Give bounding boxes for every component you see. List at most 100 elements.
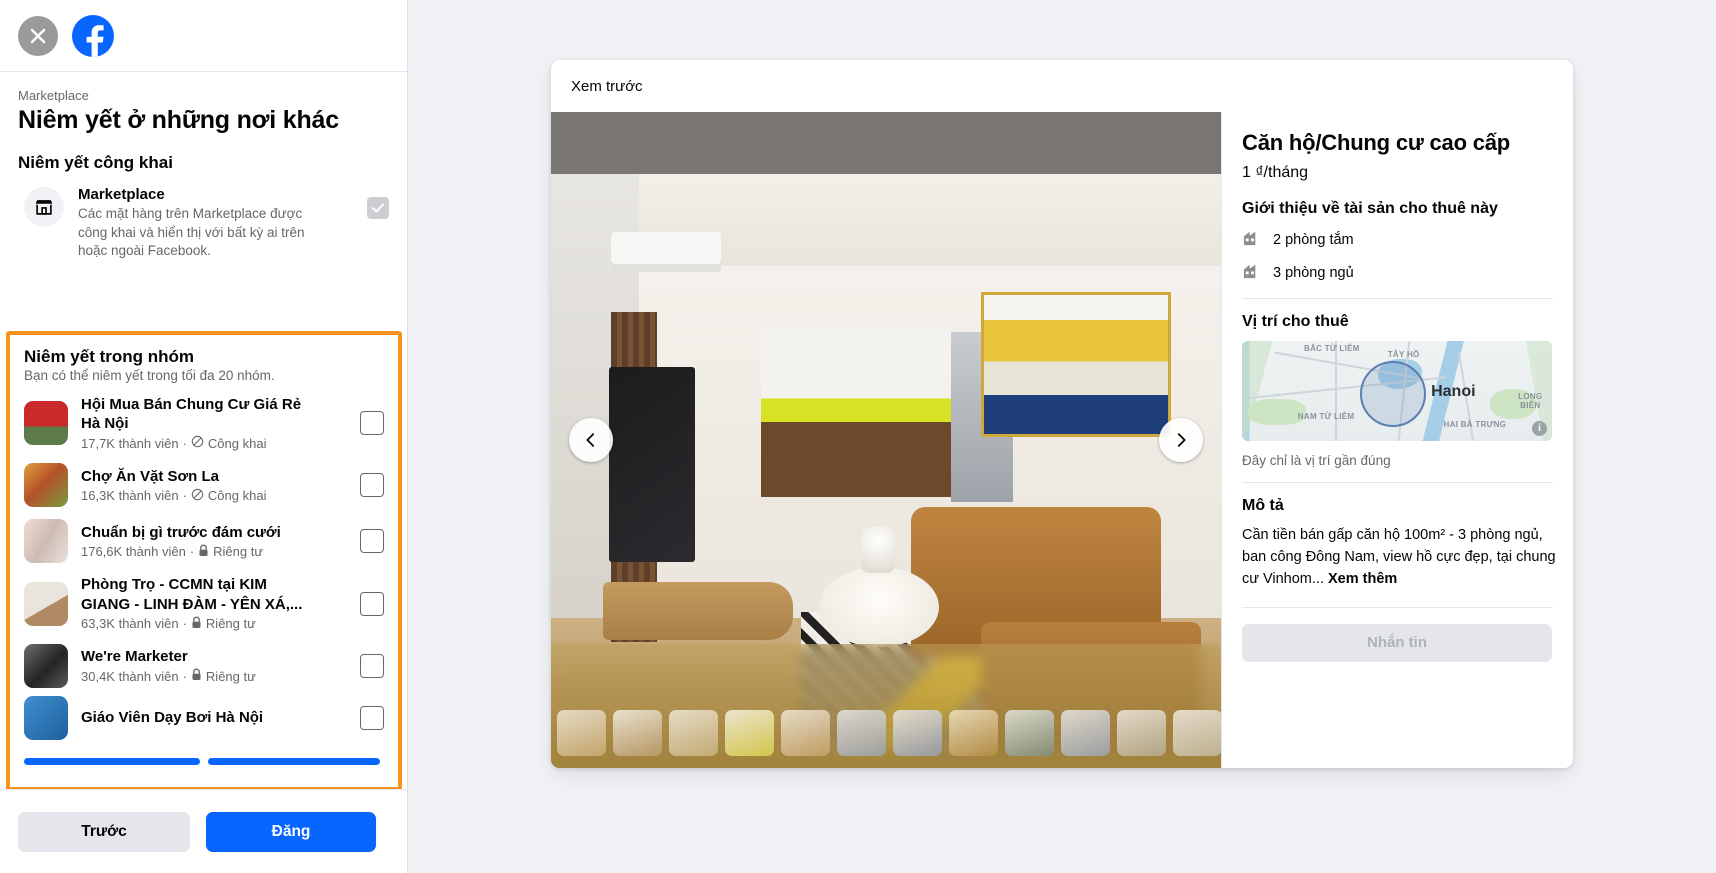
marketplace-checkbox[interactable] (367, 197, 389, 219)
thumbnail-item[interactable] (893, 710, 942, 756)
group-privacy: Công khai (207, 435, 267, 451)
thumbnail-item[interactable] (1173, 710, 1221, 756)
facebook-logo-icon[interactable] (72, 14, 114, 57)
thumbnail-item[interactable] (1005, 710, 1054, 756)
thumbnail-item[interactable] (781, 710, 830, 756)
map-label: HAI BÀ TRƯNG (1443, 420, 1507, 430)
divider (1242, 482, 1553, 484)
group-name: We're Marketer (81, 648, 188, 666)
map-label: TÂY HỒ (1387, 350, 1420, 360)
group-meta: 30,4K thành viên · Riêng tư (81, 668, 347, 684)
group-meta: 176,6K thành viên · Riêng tư (81, 544, 347, 560)
gallery-top-fade (551, 112, 1221, 174)
description-heading: Mô tả (1242, 497, 1284, 515)
thumbnail-item[interactable] (1061, 710, 1110, 756)
thumbnail-strip[interactable] (551, 708, 1221, 758)
feature-label: 3 phòng ngủ (1273, 264, 1354, 281)
sidebar-body: Marketplace Niêm yết ở những nơi khác Ni… (0, 72, 407, 789)
group-name: Chuẩn bị gì trước đám cưới (81, 523, 281, 541)
meta-separator: · (182, 616, 187, 632)
chevron-right-icon[interactable] (1159, 418, 1203, 462)
lock-icon (191, 616, 202, 632)
marketplace-option-row[interactable]: Marketplace Các mặt hàng trên Marketplac… (18, 183, 389, 261)
sidebar-header (0, 0, 407, 72)
group-avatar (24, 581, 68, 626)
progress-segment-2 (208, 758, 380, 765)
progress-indicator (24, 748, 380, 765)
see-more-link[interactable]: Xem thêm (1328, 571, 1397, 587)
group-checkbox[interactable] (360, 529, 384, 554)
list-item[interactable]: We're Marketer 30,4K thành viên · Riêng … (24, 638, 384, 694)
list-item[interactable]: Giáo Viên Dạy Bơi Hà Nội (24, 694, 384, 746)
preview-card: Xem trước Căn hộ/Chung cư cao cấp 1 ₫/th… (551, 60, 1573, 768)
feature-label: 2 phòng tắm (1273, 231, 1354, 248)
marketplace-option-description: Các mặt hàng trên Marketplace được công … (78, 206, 305, 259)
photo-gallery[interactable] (551, 112, 1221, 768)
group-checkbox[interactable] (360, 591, 384, 616)
meta-separator: · (182, 668, 187, 684)
group-avatar (24, 695, 68, 740)
list-item[interactable]: Chuẩn bị gì trước đám cưới 176,6K thành … (24, 513, 384, 569)
map-radius-circle (1359, 361, 1426, 428)
lock-icon (191, 668, 202, 684)
group-checkbox[interactable] (360, 653, 384, 678)
list-item[interactable]: Phòng Trọ - CCMN tại KIM GIANG - LINH ĐÀ… (24, 569, 384, 637)
group-meta: 16,3K thành viên · Công khai (81, 488, 347, 504)
thumbnail-item[interactable] (669, 710, 718, 756)
post-button[interactable]: Đăng (206, 811, 376, 852)
feature-bedrooms: 3 phòng ngủ (1242, 261, 1553, 284)
about-heading: Giới thiệu về tài sản cho thuê này (1242, 200, 1498, 218)
home-icon (1242, 261, 1261, 284)
group-avatar (24, 463, 68, 508)
thumbnail-item[interactable] (725, 710, 774, 756)
chevron-left-icon[interactable] (569, 418, 613, 462)
thumbnail-item[interactable] (557, 710, 606, 756)
preview-header-label: Xem trước (571, 77, 643, 95)
list-item[interactable]: Hội Mua Bán Chung Cư Giá Rẻ Hà Nội 17,7K… (24, 389, 384, 457)
map-label: BẮC TỪ LIÊM (1304, 344, 1360, 354)
description-body: Cần tiền bán gấp căn hộ 100m² - 3 phòng … (1242, 527, 1556, 587)
thumbnail-item[interactable] (1117, 710, 1166, 756)
group-list: Hội Mua Bán Chung Cư Giá Rẻ Hà Nội 17,7K… (24, 389, 384, 746)
listing-title: Căn hộ/Chung cư cao cấp (1242, 130, 1511, 155)
group-checkbox[interactable] (360, 411, 384, 436)
preview-body: Căn hộ/Chung cư cao cấp 1 ₫/tháng Giới t… (551, 112, 1573, 768)
location-map[interactable]: BẮC TỪ LIÊM TÂY HỒ LONG BIÊN NAM TỪ LIÊM… (1242, 341, 1552, 442)
group-checkbox[interactable] (360, 705, 384, 730)
listing-sidebar: Marketplace Niêm yết ở những nơi khác Ni… (0, 0, 408, 873)
close-icon[interactable] (18, 15, 58, 56)
location-heading: Vị trí cho thuê (1242, 313, 1349, 331)
thumbnail-item[interactable] (837, 710, 886, 756)
meta-separator: · (182, 488, 187, 504)
group-name: Phòng Trọ - CCMN tại KIM GIANG - LINH ĐÀ… (81, 576, 303, 613)
lock-icon (198, 544, 209, 560)
marketplace-storefront-icon (24, 187, 64, 227)
divider (1242, 298, 1553, 300)
list-item[interactable]: Chợ Ăn Vặt Sơn La 16,3K thành viên · Côn… (24, 457, 384, 513)
thumbnail-item[interactable] (613, 710, 662, 756)
thumbnail-item[interactable] (949, 710, 998, 756)
approximate-location-note: Đây chỉ là vị trí gần đúng (1242, 453, 1391, 469)
group-members: 17,7K thành viên (81, 435, 179, 451)
preview-header: Xem trước (551, 60, 1573, 112)
group-privacy: Riêng tư (213, 544, 264, 560)
group-members: 176,6K thành viên (81, 544, 186, 560)
group-privacy: Công khai (207, 488, 267, 504)
group-checkbox[interactable] (360, 473, 384, 498)
meta-separator: · (189, 544, 195, 560)
marketplace-option-name: Marketplace (78, 186, 165, 203)
back-button[interactable]: Trước (18, 811, 190, 852)
listing-price: 1 ₫/tháng (1242, 164, 1309, 182)
group-privacy: Riêng tư (205, 616, 256, 632)
group-meta: 63,3K thành viên · Riêng tư (81, 616, 347, 632)
groups-section-title: Niêm yết trong nhóm (24, 347, 195, 366)
groups-section-highlight: Niêm yết trong nhóm Bạn có thể niêm yết … (6, 331, 402, 789)
group-members: 16,3K thành viên (81, 488, 179, 504)
globe-icon (191, 435, 204, 451)
meta-separator: · (182, 435, 187, 451)
group-meta: 17,7K thành viên · Công khai (81, 435, 347, 451)
message-button[interactable]: Nhắn tin (1242, 623, 1552, 662)
group-name: Giáo Viên Dạy Bơi Hà Nội (81, 709, 264, 727)
description-text: Cần tiền bán gấp căn hộ 100m² - 3 phòng … (1242, 525, 1560, 590)
group-name: Hội Mua Bán Chung Cư Giá Rẻ Hà Nội (81, 396, 302, 433)
